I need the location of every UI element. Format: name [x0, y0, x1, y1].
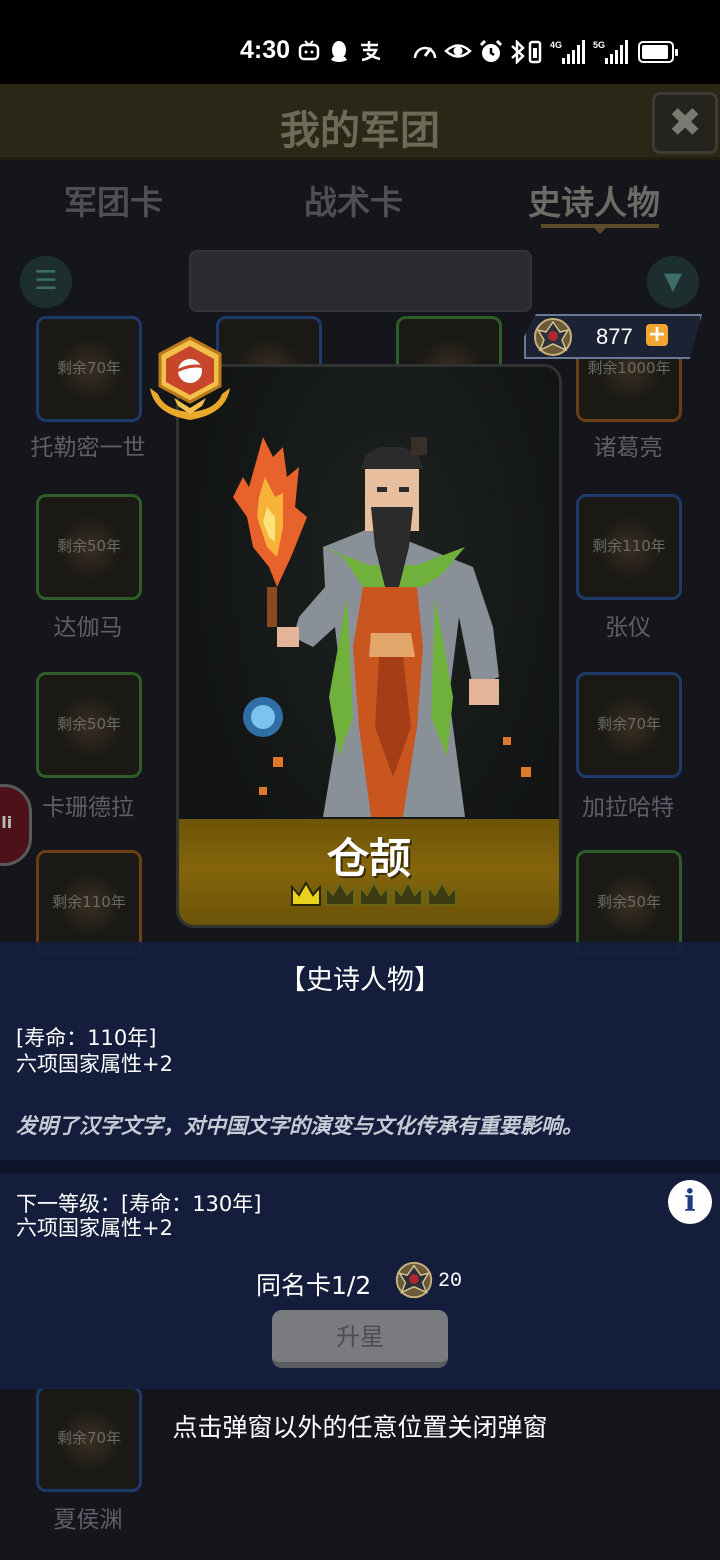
status-bar: 4:30 4G 5G: [0, 0, 720, 84]
card-item[interactable]: 剩余50年: [36, 494, 142, 600]
card-item[interactable]: 剩余50年: [576, 850, 682, 956]
battery-icon: [638, 41, 678, 63]
filter-icon: ▼: [663, 267, 683, 295]
crown-icon-filled: [291, 881, 321, 906]
crown-icon-empty: [393, 881, 423, 906]
signal-5g-icon: [605, 40, 628, 64]
crown-icon-empty: [325, 881, 355, 906]
info-button[interactable]: i: [668, 1180, 712, 1224]
list-icon: ☰: [34, 266, 58, 296]
vibrate-icon: [528, 40, 542, 68]
description-text: 发明了汉字文字，对中国文字的演变与文化传承有重要影响。: [16, 1114, 583, 1138]
tab-tactic-cards[interactable]: 战术卡: [304, 176, 403, 224]
bluetooth-icon: [510, 38, 526, 68]
card-item[interactable]: 剩余110年: [576, 494, 682, 600]
close-hint: 点击弹窗以外的任意位置关闭弹窗: [172, 1413, 548, 1442]
close-button[interactable]: ✖: [652, 92, 718, 154]
card-item[interactable]: 剩余50年: [36, 672, 142, 778]
tab-army-cards[interactable]: 军团卡: [64, 176, 163, 224]
character-portrait: [233, 437, 531, 817]
floating-side-button[interactable]: ili: [0, 784, 32, 866]
eye-icon: [444, 40, 472, 66]
divider: [0, 1160, 720, 1174]
filter-button[interactable]: ▼: [647, 256, 699, 308]
network-4g-label: 4G: [550, 40, 563, 50]
card-name: 诸葛亮: [593, 435, 663, 461]
card-name: 卡珊德拉: [42, 795, 134, 821]
search-input[interactable]: [189, 250, 532, 312]
clock: 4:30: [240, 36, 291, 64]
card-item[interactable]: 剩余70年: [36, 316, 142, 422]
card-item[interactable]: 剩余70年: [576, 672, 682, 778]
page-header: 我的军团 ✖: [0, 84, 720, 160]
epic-category-badge-icon: [150, 336, 230, 420]
card-title: 仓颉: [326, 834, 411, 883]
emblem-coin-icon: [534, 318, 572, 356]
close-icon: ✖: [668, 100, 702, 146]
card-name: 加拉哈特: [582, 795, 674, 821]
card-name: 托勒密一世: [30, 435, 146, 461]
card-name: 张仪: [605, 615, 651, 641]
tab-indicator: [590, 224, 610, 234]
panel-title: 【史诗人物】: [279, 965, 441, 996]
card-name: 夏侯渊: [53, 1507, 123, 1533]
same-card-count: 同名卡1/2: [256, 1271, 372, 1300]
list-menu-button[interactable]: ☰: [20, 256, 72, 308]
upgrade-star-button[interactable]: 升星: [272, 1310, 448, 1368]
star-level: [289, 879, 459, 909]
coin-value: 877: [596, 324, 633, 349]
crown-icon-empty: [359, 881, 389, 906]
alipay-icon: [358, 40, 382, 66]
emblem-coin-icon: [395, 1261, 433, 1299]
epic-figure-card: 仓颉: [176, 364, 562, 928]
lifespan-text: [寿命：110年]: [16, 1026, 157, 1050]
tv-icon: [298, 40, 320, 66]
card-name: 达伽马: [53, 615, 123, 641]
upgrade-cost: 20: [438, 1270, 463, 1293]
tab-epic-figures[interactable]: 史诗人物: [528, 176, 660, 224]
network-5g-label: 5G: [593, 40, 606, 50]
page-title: 我的军团: [280, 108, 440, 154]
next-attribute-text: 六项国家属性+2: [16, 1216, 173, 1240]
qq-icon: [328, 40, 350, 68]
crown-icon-empty: [427, 881, 457, 906]
alarm-icon: [478, 39, 504, 68]
add-coin-button[interactable]: +: [646, 324, 668, 346]
card-item[interactable]: 剩余110年: [36, 850, 142, 956]
speedometer-icon: [412, 40, 438, 68]
attribute-text: 六项国家属性+2: [16, 1052, 173, 1076]
signal-4g-icon: [562, 40, 585, 64]
